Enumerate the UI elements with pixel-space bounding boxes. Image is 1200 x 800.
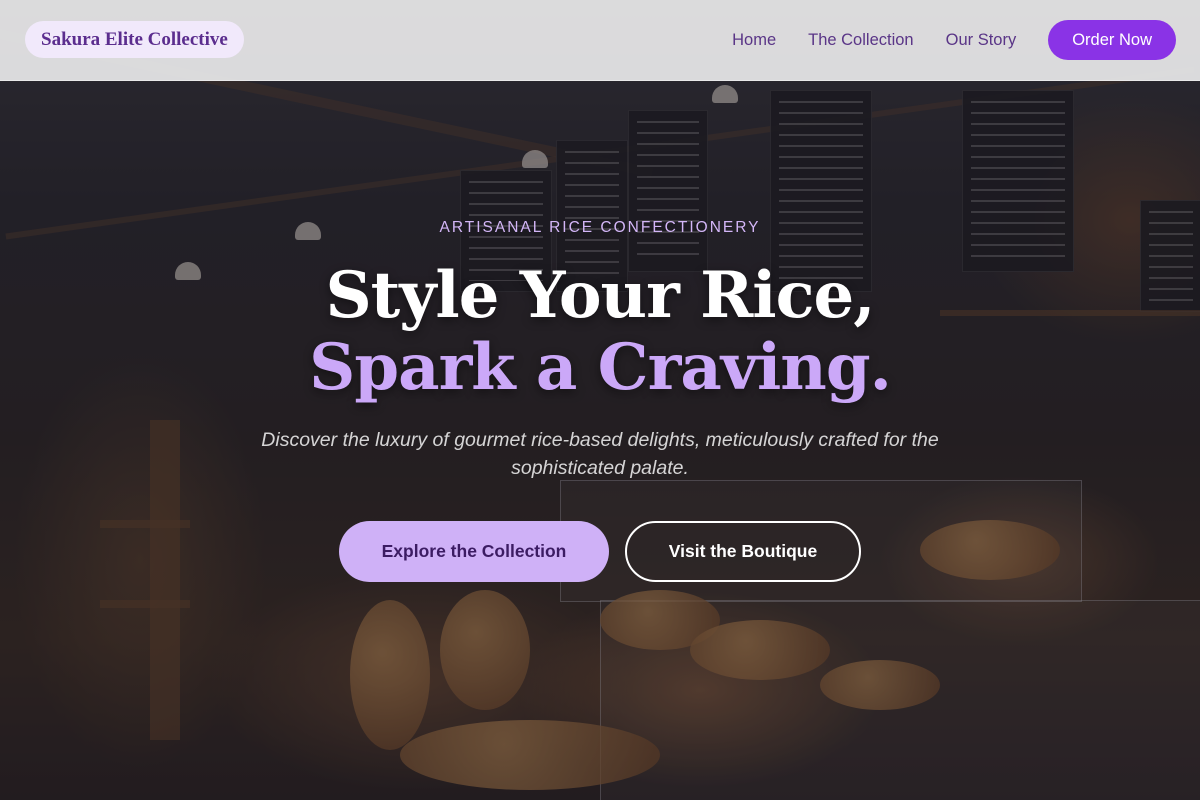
hero-section: ARTISANAL RICE CONFECTIONERY Style Your … bbox=[0, 0, 1200, 800]
hero-eyebrow: ARTISANAL RICE CONFECTIONERY bbox=[439, 219, 761, 236]
hero-title-line-2: Spark a Craving. bbox=[309, 330, 892, 405]
hero-subtitle: Discover the luxury of gourmet rice-base… bbox=[261, 429, 939, 479]
visit-boutique-button[interactable]: Visit the Boutique bbox=[625, 521, 861, 582]
hero-title-line-1: Style Your Rice, bbox=[325, 258, 875, 333]
explore-collection-button[interactable]: Explore the Collection bbox=[339, 521, 609, 582]
